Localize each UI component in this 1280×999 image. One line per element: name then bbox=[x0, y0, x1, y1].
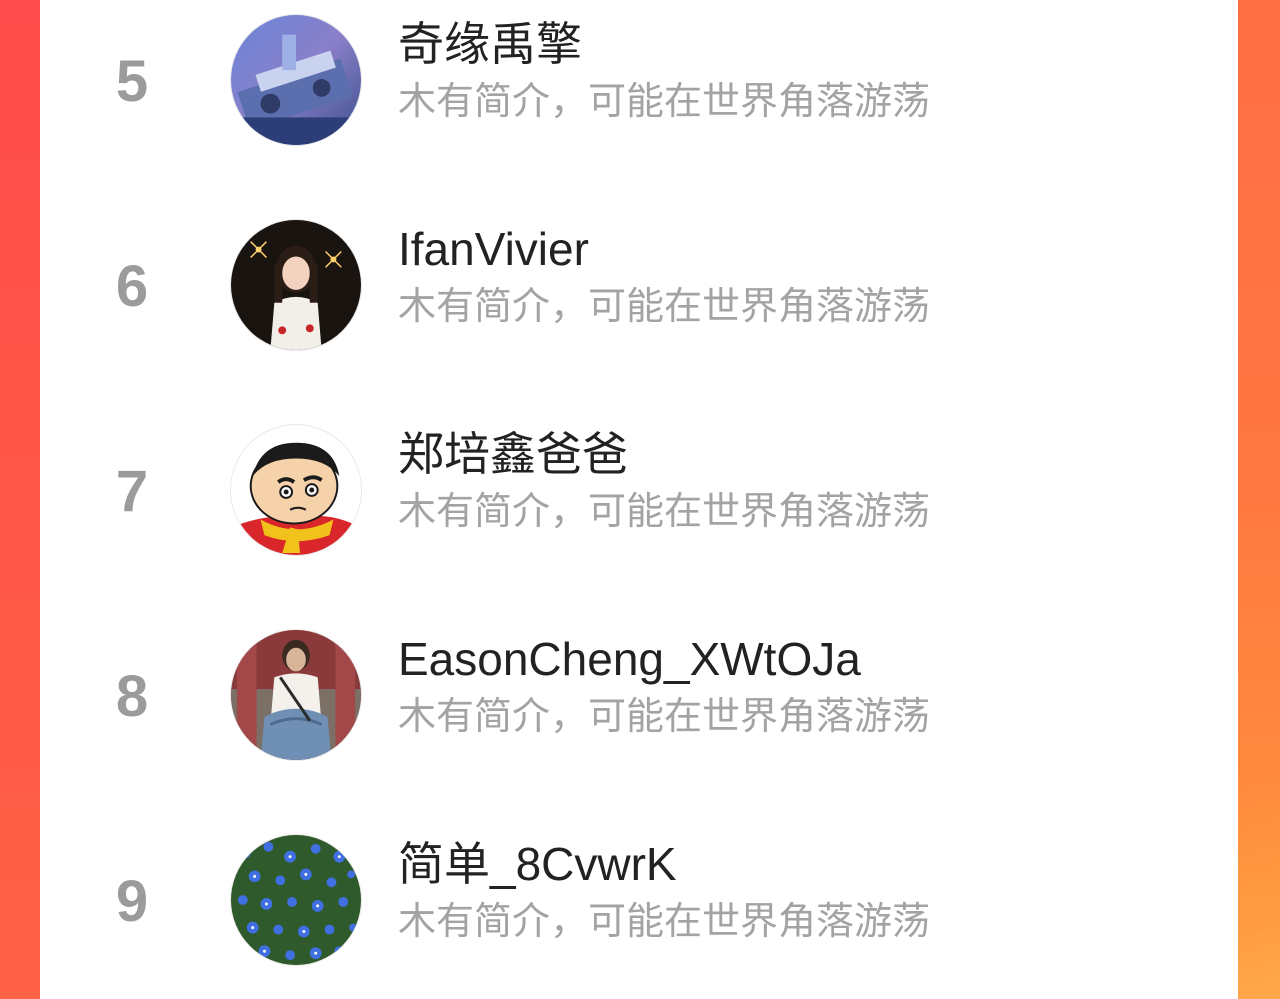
user-name[interactable]: 简单_8CvwrK bbox=[398, 834, 677, 894]
user-name[interactable]: IfanVivier bbox=[398, 219, 589, 279]
man-denim-avatar-icon[interactable] bbox=[230, 629, 362, 761]
ranking-row[interactable]: 8 EasonCheng_XWtOJa 木有简介，可能在世界角落游荡 bbox=[40, 615, 1238, 820]
rank-number: 5 bbox=[115, 49, 149, 114]
user-bio: 木有简介，可能在世界角落游荡 bbox=[398, 286, 931, 328]
man-denim-avatar-image bbox=[231, 630, 361, 760]
user-name[interactable]: 奇缘禹擎 bbox=[398, 14, 582, 74]
rank-number: 9 bbox=[115, 869, 149, 934]
left-accent-strip bbox=[0, 0, 40, 999]
accent-glow bbox=[1238, 780, 1280, 999]
ranking-row[interactable]: 7 郑培鑫爸爸 木有简介，可能在世界角落游荡 bbox=[40, 410, 1238, 615]
user-name[interactable]: 郑培鑫爸爸 bbox=[398, 424, 628, 484]
rank-number: 7 bbox=[115, 459, 149, 524]
girl-sparkler-avatar-image bbox=[231, 220, 361, 350]
rank-number: 8 bbox=[115, 664, 149, 729]
ranking-list: 5 奇缘禹擎 木有简介，可能在世界角落游荡 6 IfanVivier 木有简介，… bbox=[40, 0, 1238, 999]
user-bio: 木有简介，可能在世界角落游荡 bbox=[398, 901, 931, 943]
user-bio: 木有简介，可能在世界角落游荡 bbox=[398, 696, 931, 738]
mecha-avatar-image bbox=[231, 15, 361, 145]
girl-sparkler-avatar-icon[interactable] bbox=[230, 219, 362, 351]
ranking-panel: 5 奇缘禹擎 木有简介，可能在世界角落游荡 6 IfanVivier 木有简介，… bbox=[40, 0, 1238, 999]
ranking-row[interactable]: 5 奇缘禹擎 木有简介，可能在世界角落游荡 bbox=[40, 0, 1238, 205]
ranking-row[interactable]: 9 简单_8CvwrK 木有简介，可能在世界角落游荡 bbox=[40, 820, 1238, 999]
blue-flowers-avatar-image bbox=[231, 835, 361, 965]
cartoon-boy-avatar-image bbox=[231, 425, 361, 555]
user-name[interactable]: EasonCheng_XWtOJa bbox=[398, 629, 861, 689]
ranking-row[interactable]: 6 IfanVivier 木有简介，可能在世界角落游荡 bbox=[40, 205, 1238, 410]
user-bio: 木有简介，可能在世界角落游荡 bbox=[398, 81, 931, 123]
cartoon-boy-avatar-icon[interactable] bbox=[230, 424, 362, 556]
blue-flowers-avatar-icon[interactable] bbox=[230, 834, 362, 966]
rank-number: 6 bbox=[115, 254, 149, 319]
user-bio: 木有简介，可能在世界角落游荡 bbox=[398, 491, 931, 533]
mecha-avatar-icon[interactable] bbox=[230, 14, 362, 146]
right-accent-strip bbox=[1238, 0, 1280, 999]
